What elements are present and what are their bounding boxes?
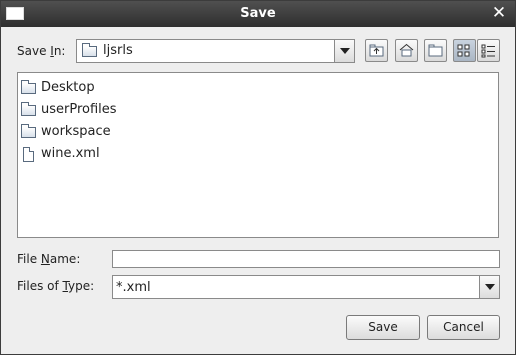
list-view-icon	[457, 44, 470, 57]
file-type-combo[interactable]: *.xml	[112, 275, 500, 299]
file-type-label-prefix: Files of	[17, 279, 63, 293]
new-folder-button[interactable]	[424, 39, 447, 62]
file-icon	[23, 146, 34, 162]
chevron-down-icon[interactable]	[334, 40, 354, 62]
save-in-label: Save In:	[17, 44, 65, 58]
folder-icon	[21, 123, 36, 138]
save-in-combo[interactable]: ljsrls	[76, 39, 355, 63]
details-view-icon	[481, 44, 495, 58]
list-view-button[interactable]	[453, 39, 476, 62]
chevron-down-icon[interactable]	[479, 276, 499, 298]
list-item[interactable]: workspace	[21, 122, 111, 142]
file-name-label-suffix: ame:	[49, 252, 81, 266]
folder-up-icon	[369, 44, 384, 57]
home-button[interactable]	[395, 39, 418, 62]
file-name-label-mnemonic: N	[40, 252, 50, 266]
save-in-label-prefix: Save	[17, 44, 51, 58]
file-name-text: workspace	[41, 124, 111, 139]
up-one-level-button[interactable]	[365, 39, 388, 62]
cancel-button[interactable]: Cancel	[427, 315, 500, 340]
home-icon	[399, 43, 414, 57]
save-in-value: ljsrls	[103, 43, 133, 58]
details-view-button[interactable]	[477, 39, 500, 62]
folder-icon	[21, 101, 36, 116]
save-dialog: Save ✕ Save In: ljsrls Desktop userProfi…	[0, 0, 516, 355]
new-folder-icon	[428, 44, 443, 57]
file-type-value: *.xml	[116, 280, 151, 295]
file-name-label-prefix: File	[17, 252, 41, 266]
title-bar[interactable]: Save ✕	[1, 1, 515, 27]
file-name-input[interactable]	[112, 250, 500, 268]
file-name-text: Desktop	[41, 80, 95, 95]
file-name-label: File Name:	[17, 252, 80, 266]
file-name-text: userProfiles	[41, 102, 117, 117]
file-type-label: Files of Type:	[17, 279, 94, 293]
file-type-label-suffix: ype:	[68, 279, 95, 293]
dialog-title: Save	[240, 6, 276, 21]
file-list[interactable]: Desktop userProfiles workspace wine.xml	[17, 72, 499, 238]
file-name-text: wine.xml	[41, 146, 100, 161]
save-button[interactable]: Save	[346, 315, 420, 340]
folder-icon	[21, 79, 36, 94]
save-in-label-suffix: n:	[53, 44, 66, 58]
close-icon[interactable]: ✕	[491, 4, 507, 22]
list-item[interactable]: wine.xml	[21, 144, 100, 164]
list-item[interactable]: userProfiles	[21, 100, 117, 120]
list-item[interactable]: Desktop	[21, 78, 95, 98]
folder-icon	[82, 43, 97, 57]
